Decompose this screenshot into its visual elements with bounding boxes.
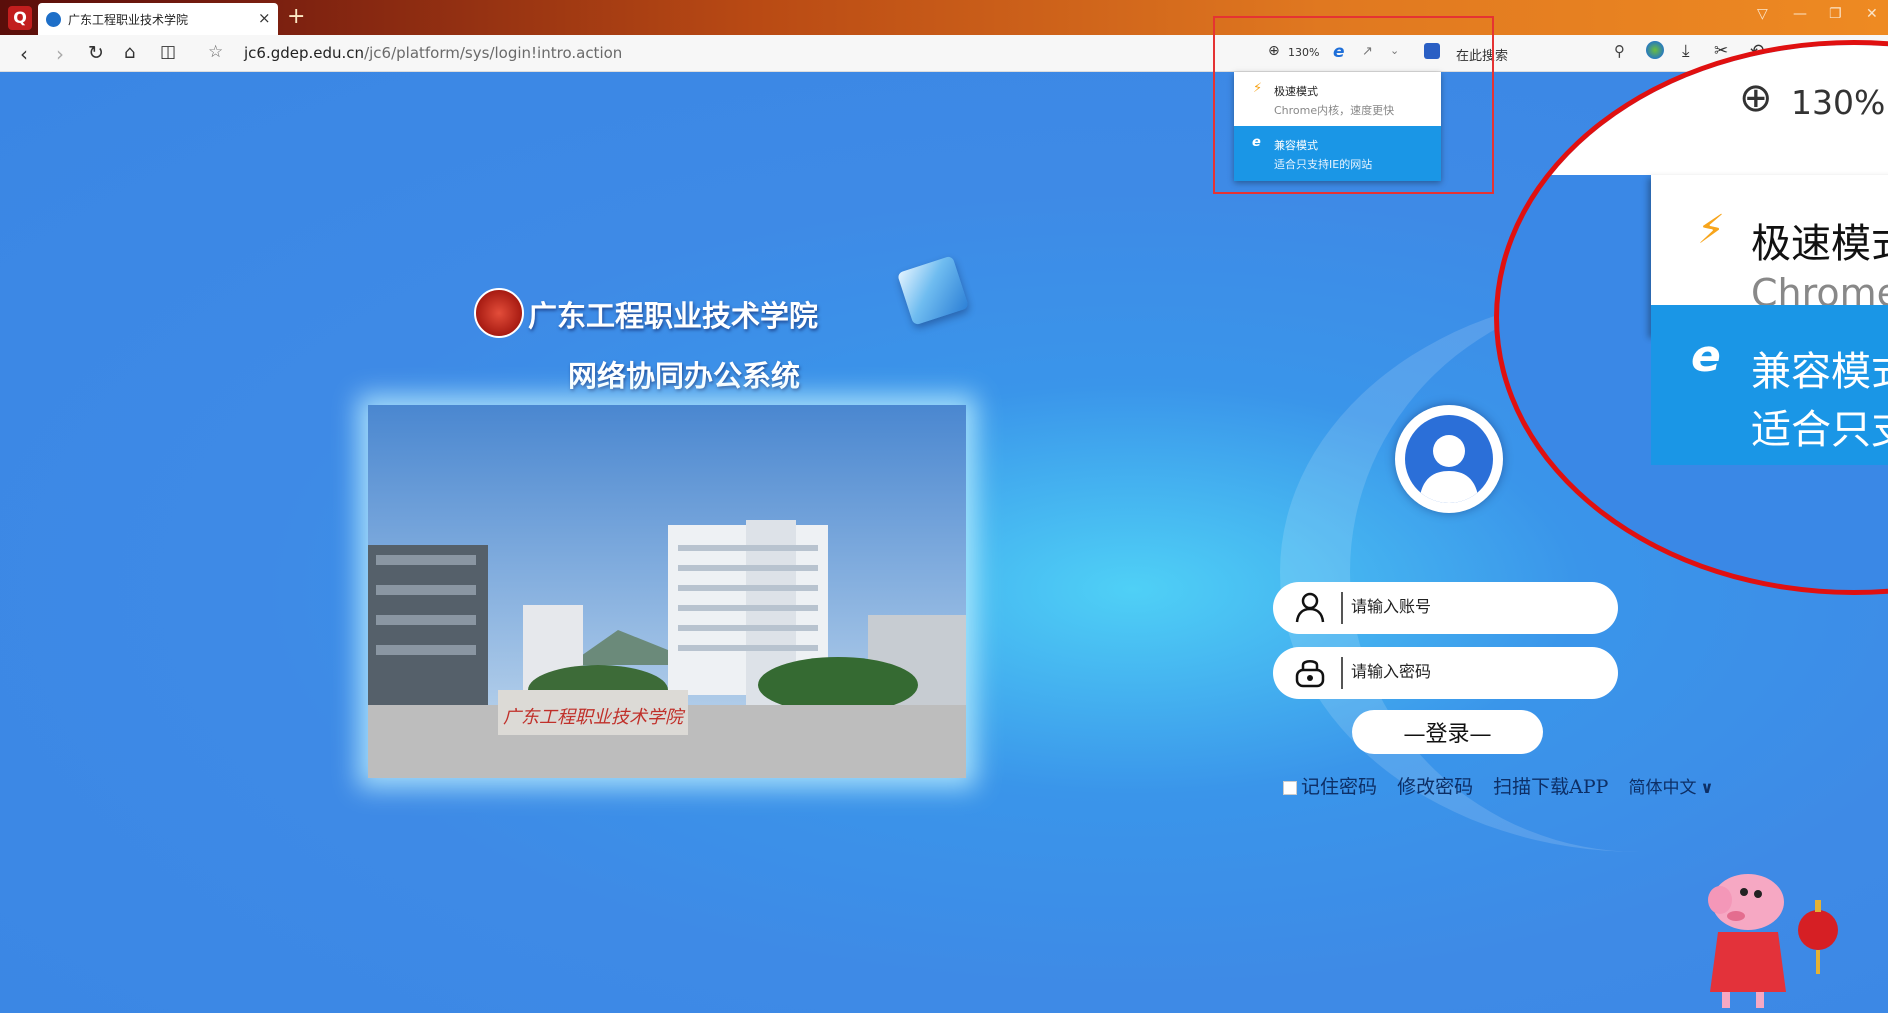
zoom-inset-ellipse: ⊕ 130% ⚡ 极速模式 Chrome e 兼容模式 适合只支: [1494, 40, 1888, 595]
remember-password[interactable]: 记住密码: [1283, 776, 1377, 798]
login-options: 记住密码 修改密码 扫描下载APP 简体中文 ∨: [1283, 772, 1727, 798]
inset-toolbar: ⊕ 130%: [1499, 45, 1888, 175]
title-bar: Q 广东工程职业技术学院 × + ▽ — ❐ ✕: [0, 0, 1888, 35]
forward-icon[interactable]: ›: [56, 42, 64, 66]
lightning-icon: ⚡: [1697, 207, 1726, 253]
url-path: /jc6/platform/sys/login!intro.action: [364, 44, 623, 62]
change-password-link[interactable]: 修改密码: [1397, 776, 1473, 798]
tab-close-icon[interactable]: ×: [258, 9, 271, 27]
chevron-down-icon[interactable]: ∨: [1700, 778, 1713, 797]
inset-compat-title: 兼容模式: [1751, 349, 1888, 395]
tab-title: 广东工程职业技术学院: [68, 13, 189, 27]
maximize-icon[interactable]: ❐: [1829, 6, 1842, 22]
language-select[interactable]: 简体中文: [1628, 778, 1696, 798]
ie-icon: e: [1691, 331, 1721, 382]
zoom-icon: ⊕: [1739, 75, 1773, 121]
password-field: [1273, 647, 1618, 699]
tab-active[interactable]: 广东工程职业技术学院 ×: [38, 3, 278, 35]
bookmark-star-icon[interactable]: ☆: [208, 42, 223, 62]
school-emblem-icon: [474, 288, 524, 338]
user-icon: [1293, 590, 1327, 628]
campus-photo: 广东工程职业技术学院: [368, 405, 966, 778]
remember-label: 记住密码: [1301, 776, 1378, 798]
password-input[interactable]: [1351, 657, 1601, 689]
url-field[interactable]: jc6.gdep.edu.cn/jc6/platform/sys/login!i…: [244, 44, 622, 62]
download-app-link[interactable]: 扫描下载APP: [1493, 776, 1608, 798]
remember-checkbox[interactable]: [1283, 781, 1297, 795]
inset-speed-title: 极速模式: [1751, 221, 1888, 267]
highlight-box: [1213, 16, 1494, 194]
site-favicon-icon: [46, 12, 61, 27]
close-window-icon[interactable]: ✕: [1866, 6, 1878, 22]
field-separator: [1341, 592, 1343, 624]
url-host: jc6.gdep.edu.cn: [244, 44, 365, 62]
skin-icon[interactable]: ▽: [1757, 6, 1768, 22]
lock-icon: [1293, 655, 1327, 693]
pig-mascot-icon: [1700, 860, 1840, 1013]
photo-sign-text: 广东工程职业技术学院: [503, 707, 686, 728]
home-icon[interactable]: ⌂: [124, 42, 135, 63]
system-name: 网络协同办公系统: [568, 359, 801, 393]
inset-compat-sub: 适合只支: [1751, 407, 1888, 453]
browser-logo-icon[interactable]: Q: [8, 6, 32, 30]
reload-icon[interactable]: ↻: [88, 42, 104, 64]
reader-icon[interactable]: ◫: [160, 42, 176, 62]
new-tab-icon[interactable]: +: [287, 4, 305, 29]
login-button[interactable]: —登录—: [1352, 710, 1543, 754]
inset-compat-item: e 兼容模式 适合只支: [1651, 305, 1888, 465]
minimize-icon[interactable]: —: [1793, 6, 1807, 22]
user-silhouette-icon: [1405, 415, 1493, 503]
inset-zoom-level: 130%: [1791, 83, 1886, 122]
back-icon[interactable]: ‹: [20, 42, 28, 66]
zoom-inset: ⊕ 130% ⚡ 极速模式 Chrome e 兼容模式 适合只支: [1490, 40, 1888, 600]
field-separator: [1341, 657, 1343, 689]
school-name: 广东工程职业技术学院: [528, 299, 819, 333]
avatar: [1395, 405, 1503, 513]
